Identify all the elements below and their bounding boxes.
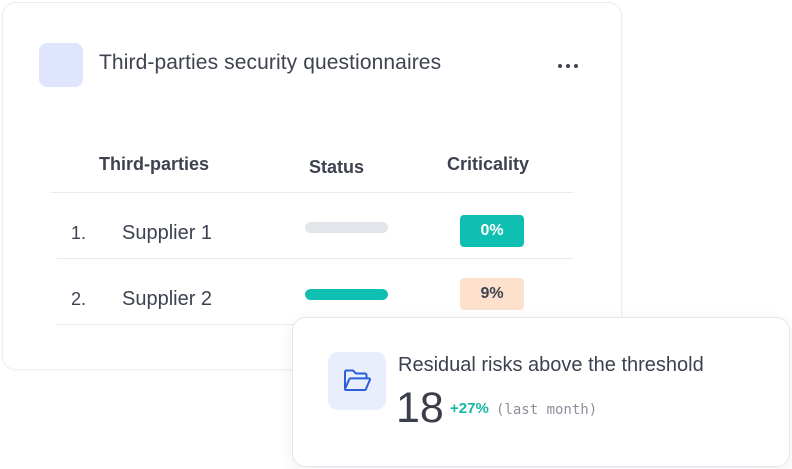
supplier-name: Supplier 2 <box>122 288 213 310</box>
row-divider <box>57 324 297 325</box>
supplier-name: Supplier 1 <box>122 222 213 244</box>
status-progress-fill <box>305 289 388 300</box>
questionnaires-card: Third-parties security questionnaires Th… <box>2 2 622 370</box>
header-third-parties: Third-parties <box>99 154 210 174</box>
header-divider <box>51 192 573 193</box>
criticality-badge: 9% <box>460 278 524 310</box>
metric-title: Residual risks above the threshold <box>398 354 704 376</box>
metric-delta: +27% <box>450 400 489 417</box>
card-badge-icon <box>39 43 83 87</box>
status-progress-bar <box>305 222 388 233</box>
row-index: 1. <box>71 223 87 243</box>
folder-open-icon <box>328 352 386 410</box>
residual-risk-card: Residual risks above the threshold 18 +2… <box>292 317 790 467</box>
card-title: Third-parties security questionnaires <box>99 51 442 74</box>
row-divider <box>57 258 573 259</box>
row-index: 2. <box>71 289 87 309</box>
more-options-icon[interactable] <box>551 53 585 79</box>
criticality-badge: 0% <box>460 215 524 247</box>
status-progress-bar <box>305 289 388 300</box>
metric-period: (last month) <box>496 402 598 418</box>
metric-value: 18 <box>396 384 444 432</box>
header-status: Status <box>309 157 365 177</box>
header-criticality: Criticality <box>447 154 530 174</box>
